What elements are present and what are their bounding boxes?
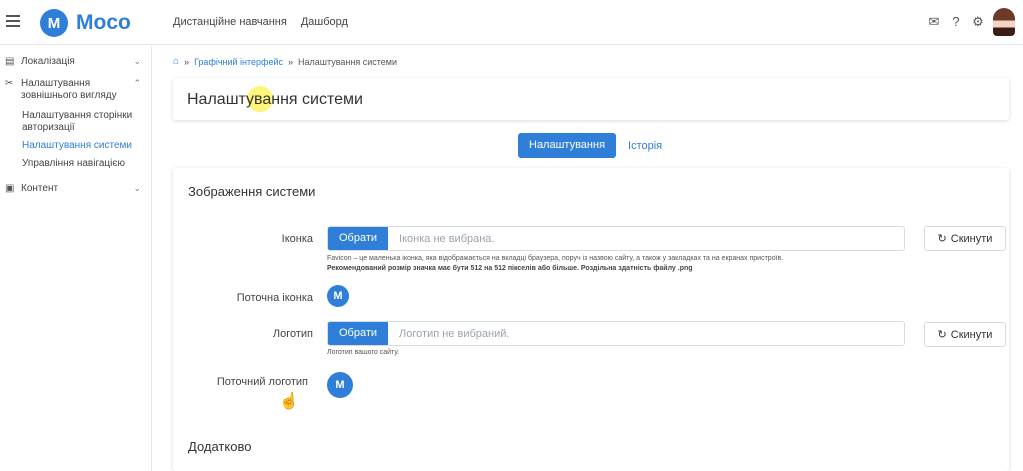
- current-logo-label: Поточний логотип: [216, 376, 308, 388]
- current-icon-label: Поточна іконка: [236, 292, 313, 304]
- icon-placeholder: Іконка не вибрана.: [399, 232, 495, 245]
- sidebar-subitem-auth-page[interactable]: Налаштування сторінки авторизації: [22, 110, 134, 134]
- sidebar-subitem-system-settings[interactable]: Налаштування системи: [22, 140, 132, 152]
- reset-icon: ↻: [937, 233, 947, 245]
- icon-file-input[interactable]: Обрати Іконка не вибрана.: [327, 226, 905, 251]
- content-icon: ▣: [5, 183, 15, 194]
- help-icon[interactable]: ?: [949, 15, 963, 29]
- mail-icon[interactable]: ✉: [927, 15, 941, 29]
- icon-reset-button[interactable]: ↻ Скинути: [924, 226, 1006, 251]
- page-title: Налаштування системи: [187, 91, 363, 108]
- reset-label: Скинути: [950, 232, 993, 245]
- breadcrumb: ⌂ » Графічний інтерфейс » Налаштування с…: [173, 56, 397, 67]
- logo-label: Логотип: [272, 328, 313, 340]
- localization-icon: ▤: [5, 56, 15, 67]
- reset-label: Скинути: [950, 328, 993, 341]
- logo-placeholder: Логотип не вибраний.: [399, 327, 510, 340]
- page-title-card: Налаштування системи: [173, 78, 1009, 120]
- breadcrumb-current: Налаштування системи: [298, 56, 397, 67]
- logo-text: Moco: [76, 11, 131, 34]
- nav-dashboard[interactable]: Дашборд: [301, 16, 348, 28]
- logo-choose-button[interactable]: Обрати: [328, 322, 389, 345]
- icon-choose-button[interactable]: Обрати: [328, 227, 389, 250]
- gear-icon[interactable]: ⚙: [971, 15, 985, 29]
- reset-icon: ↻: [937, 329, 947, 341]
- tab-history[interactable]: Історія: [628, 140, 662, 152]
- breadcrumb-link[interactable]: Графічний інтерфейс: [194, 57, 283, 67]
- top-bar: M Moco Дистанційне навчання Дашборд ✉ ? …: [0, 0, 1023, 45]
- logo-file-input[interactable]: Обрати Логотип не вибраний.: [327, 321, 905, 346]
- sidebar-item-content[interactable]: ▣ Контент ⌄: [5, 183, 145, 195]
- tab-settings[interactable]: Налаштування: [518, 133, 617, 158]
- sidebar: ▤ Локалізація ⌄ ✂ Налаштування зовнішньо…: [0, 46, 152, 471]
- sidebar-item-localization[interactable]: ▤ Локалізація ⌄: [5, 56, 145, 68]
- home-icon[interactable]: ⌂: [173, 56, 179, 67]
- sidebar-subitem-navigation[interactable]: Управління навігацією: [22, 158, 125, 170]
- additional-section-title: Додатково: [188, 439, 252, 454]
- logo[interactable]: M Moco: [40, 9, 131, 37]
- icon-help-line2: Рекомендований розмір значка має бути 51…: [327, 265, 693, 272]
- chevron-down-icon: ⌄: [133, 183, 141, 193]
- top-icons: ✉ ? ⚙: [927, 8, 1015, 36]
- sidebar-item-appearance[interactable]: ✂ Налаштування зовнішнього вигляду ⌃: [5, 78, 145, 102]
- breadcrumb-sep: »: [184, 56, 190, 67]
- icon-help-line1: Favicon – це маленька іконка, яка відобр…: [327, 255, 784, 262]
- current-logo-image: M: [327, 372, 353, 398]
- logo-mark: M: [40, 9, 68, 37]
- top-nav: Дистанційне навчання Дашборд: [173, 16, 348, 28]
- sidebar-item-label: Локалізація: [21, 56, 75, 67]
- chevron-up-icon: ⌃: [133, 78, 141, 88]
- logo-reset-button[interactable]: ↻ Скинути: [924, 322, 1006, 347]
- breadcrumb-sep: »: [288, 56, 294, 67]
- nav-distance-learning[interactable]: Дистанційне навчання: [173, 16, 287, 28]
- menu-icon[interactable]: [6, 15, 20, 27]
- sidebar-item-label: Контент: [21, 183, 59, 194]
- avatar[interactable]: [993, 8, 1015, 36]
- tools-icon: ✂: [5, 78, 14, 89]
- section-title: Зображення системи: [188, 184, 316, 199]
- icon-help-text: Favicon – це маленька іконка, яка відобр…: [327, 254, 907, 274]
- hand-cursor-icon: ☝: [279, 393, 299, 410]
- current-icon-image: M: [327, 285, 349, 307]
- icon-label: Іконка: [281, 233, 313, 245]
- chevron-down-icon: ⌄: [133, 56, 141, 66]
- system-images-card: Зображення системи Іконка Обрати Іконка …: [173, 168, 1009, 471]
- tabs: Налаштування Історія: [518, 133, 662, 158]
- logo-help-text: Логотип вашого сайту.: [327, 349, 400, 356]
- sidebar-item-label: Налаштування зовнішнього вигляду: [21, 78, 117, 101]
